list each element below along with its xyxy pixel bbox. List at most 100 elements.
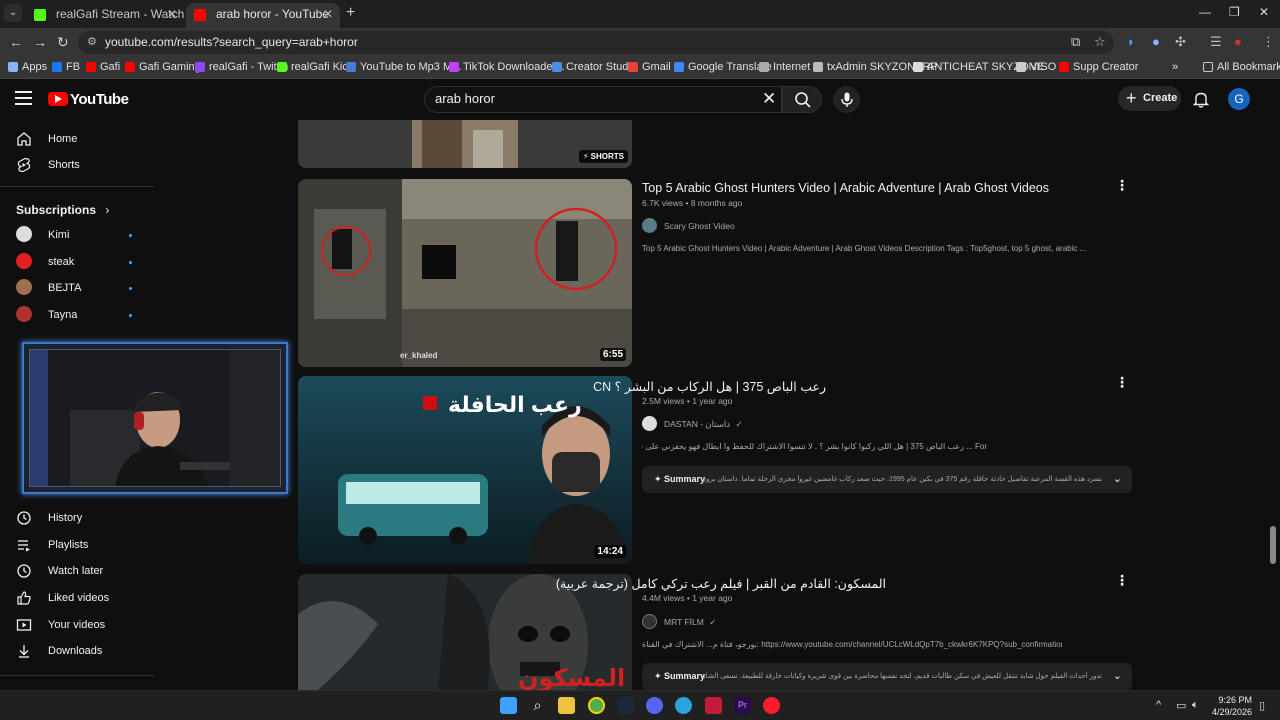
sidebar-item-bejta[interactable]: BEJTA [0, 275, 160, 301]
all-bookmarks-folder[interactable]: All Bookmarks [1203, 61, 1280, 73]
volume-icon[interactable]: 🔈︎ [1192, 699, 1199, 712]
streamer-video-image [30, 350, 280, 486]
url-text[interactable]: youtube.com/results?search_query=arab+ho… [105, 35, 358, 49]
tray-chevron-up-icon[interactable]: ^ [1156, 699, 1161, 711]
address-bar[interactable]: ⚙ youtube.com/results?search_query=arab+… [78, 31, 1114, 54]
file-explorer-icon[interactable] [558, 697, 575, 714]
install-app-icon[interactable]: ⧉ [1071, 34, 1080, 50]
clear-search-icon[interactable]: ✕ [762, 89, 776, 109]
search-button[interactable] [782, 86, 822, 113]
search-icon[interactable]: ⌕ [529, 697, 546, 714]
guide-menu-icon[interactable] [15, 91, 32, 105]
bookmark-gmail[interactable]: Gmail [628, 61, 671, 73]
sidebar-item-home[interactable]: Home [0, 126, 160, 152]
account-avatar[interactable]: G [1228, 88, 1250, 110]
windows-start-icon[interactable] [500, 697, 517, 714]
bookmark-twitch[interactable]: realGafi - Twitch [195, 61, 288, 73]
notifications-button[interactable] [1192, 91, 1210, 113]
video-title[interactable]: المسكون: القادم من القبر | فيلم رعب تركي… [556, 576, 886, 591]
channel-link[interactable]: Scary Ghost Video [642, 218, 735, 233]
sidebar-item-shorts[interactable]: Shorts [0, 152, 160, 178]
bookmark-star-icon[interactable]: ☆ [1094, 34, 1106, 50]
thumbnail-caption: er_khaled [400, 351, 438, 360]
video-thumbnail[interactable]: المسكون [298, 574, 632, 690]
bookmark-fb[interactable]: FB [52, 61, 80, 73]
chevron-down-icon[interactable]: ⌄ [1113, 669, 1122, 682]
youtube-logo-icon[interactable] [48, 92, 68, 106]
search-input[interactable] [435, 91, 755, 106]
bookmark-gafi[interactable]: Gafi [86, 61, 120, 73]
bookmark-supp-creator[interactable]: Supp Creator [1059, 61, 1138, 73]
clock-time: 9:26 PM [1218, 695, 1252, 705]
channel-link[interactable]: MRT FİLM ✓ [642, 614, 716, 629]
close-tab-icon[interactable]: ✕ [167, 3, 177, 25]
sidebar-item-liked-videos[interactable]: Liked videos [0, 585, 160, 611]
bookmark-kick[interactable]: realGafi Kick [277, 61, 353, 73]
telegram-icon[interactable] [675, 697, 692, 714]
sidebar-item-history[interactable]: History [0, 505, 160, 531]
create-button[interactable]: + Create [1118, 86, 1181, 111]
ai-summary-panel[interactable]: ✦ Summary تدور أحداث الفيلم حول شابة تنت… [642, 663, 1132, 690]
close-tab-icon[interactable]: ✕ [323, 3, 333, 25]
reading-list-icon[interactable]: ☰ [1210, 34, 1222, 50]
tab-search-button[interactable]: ⌄ [4, 4, 22, 22]
video-thumbnail[interactable]: رعب الحافلة 14:24 [298, 376, 632, 564]
sidebar-item-watch-later[interactable]: Watch later [0, 558, 160, 584]
new-tab-icon[interactable]: + [346, 4, 355, 22]
site-info-icon[interactable]: ⚙ [87, 35, 97, 48]
sidebar-item-steak[interactable]: steak [0, 249, 160, 275]
opera-icon[interactable] [763, 697, 780, 714]
notification-center-icon[interactable]: ▯ [1259, 699, 1265, 712]
ai-summary-panel[interactable]: ✦ Summary تسرد هذه القصة المرعبة تفاصيل … [642, 466, 1132, 493]
more-actions-icon[interactable]: ⋮ [1115, 374, 1129, 391]
discord-icon[interactable] [646, 697, 663, 714]
channel-link[interactable]: DASTAN - داستان ✓ [642, 416, 743, 431]
more-actions-icon[interactable]: ⋮ [1115, 177, 1129, 194]
channel-avatar [16, 306, 32, 322]
premiere-pro-icon[interactable]: Pr [734, 697, 751, 714]
video-title[interactable]: رعب الباص 375 | هل الركاب من البشر ؟ CN [593, 379, 826, 394]
sidebar-item-downloads[interactable]: Downloads [0, 638, 160, 664]
extension-icon[interactable]: ◗ [1127, 34, 1135, 49]
bookmark-tiktok[interactable]: TikTok Downloader... [449, 61, 565, 73]
video-title[interactable]: Top 5 Arabic Ghost Hunters Video | Arabi… [642, 181, 1049, 195]
browser-tab-youtube[interactable]: arab horor - YouTube ✕ [186, 3, 340, 28]
chevron-down-icon[interactable]: ⌄ [1113, 472, 1122, 485]
sidebar-item-kimi[interactable]: Kimi [0, 222, 160, 248]
youtube-logo-text[interactable]: YouTube [70, 91, 129, 108]
bookmark-apps[interactable]: Apps [8, 61, 47, 73]
minimize-icon[interactable]: — [1199, 5, 1211, 19]
extension-icon[interactable]: ● [1152, 34, 1160, 49]
bookmark-google-translate[interactable]: Google Translate [674, 61, 772, 73]
subscriptions-header[interactable]: Subscriptions › [16, 203, 109, 217]
bookmark-ytmp3[interactable]: YouTube to Mp3 M... [346, 61, 461, 73]
verified-check-icon: ✓ [735, 419, 743, 429]
shorts-thumbnail[interactable]: ⚡ SHORTS [298, 120, 632, 168]
sidebar-item-your-videos[interactable]: Your videos [0, 612, 160, 638]
close-window-icon[interactable]: ✕ [1259, 5, 1269, 19]
browser-tab-kick[interactable]: realGafi Stream - Watch Live on ✕ [26, 3, 184, 28]
more-bookmarks-icon[interactable]: » [1172, 61, 1178, 73]
more-actions-icon[interactable]: ⋮ [1115, 572, 1129, 589]
taskbar-clock[interactable]: 9:26 PM 4/29/2026 [1206, 694, 1252, 718]
bookmark-internet[interactable]: Internet [759, 61, 810, 73]
adobe-icon[interactable] [705, 697, 722, 714]
sidebar-item-tayna[interactable]: Tayna [0, 302, 160, 328]
chrome-icon[interactable] [588, 697, 605, 714]
bookmark-creator-studio[interactable]: Creator Studio [552, 61, 637, 73]
bookmark-viso[interactable]: VISO [1016, 61, 1056, 73]
extensions-puzzle-icon[interactable]: ✣ [1175, 34, 1186, 50]
network-icon[interactable]: ▭ [1176, 699, 1186, 712]
maximize-icon[interactable]: ❐ [1229, 5, 1240, 19]
sidebar-item-playlists[interactable]: Playlists [0, 532, 160, 558]
chrome-menu-icon[interactable]: ⋮ [1262, 34, 1275, 50]
reload-icon[interactable]: ↻ [57, 34, 69, 51]
video-thumbnail[interactable]: er_khaled 6:55 [298, 179, 632, 367]
back-icon[interactable]: ← [9, 34, 23, 50]
profile-avatar-icon[interactable]: ● [1234, 34, 1242, 49]
page-scrollbar[interactable] [1270, 526, 1276, 564]
steam-icon[interactable] [617, 697, 634, 714]
forward-icon[interactable]: → [33, 34, 47, 50]
bookmark-gafi-gaming[interactable]: Gafi Gaming [125, 61, 201, 73]
voice-search-button[interactable] [833, 86, 860, 113]
